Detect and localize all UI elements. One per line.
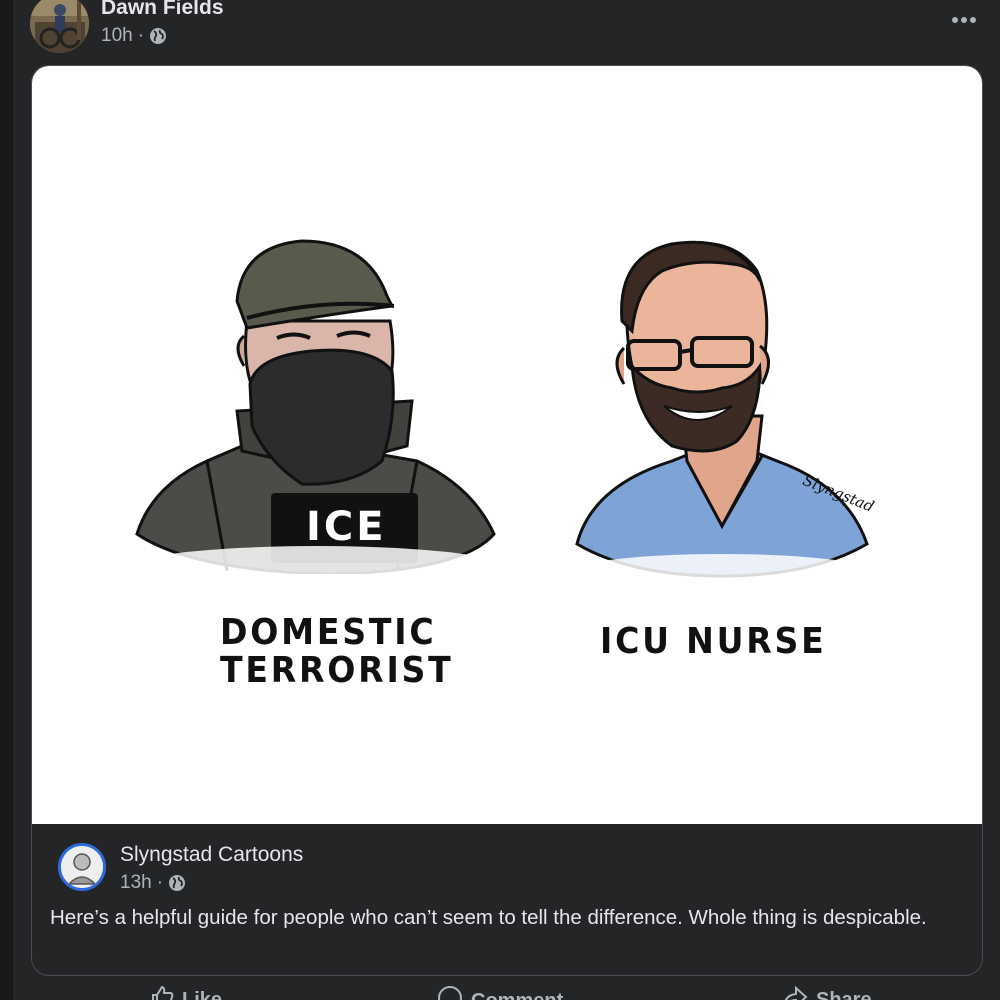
cartoon-drawing [117, 239, 892, 608]
shared-post-card[interactable]: ICE DOMESTIC TERRORIST ICU NURSE Slyngst… [31, 65, 983, 976]
left-edge [0, 0, 13, 1000]
thumbs-up-icon [150, 985, 174, 1000]
author-name[interactable]: Dawn Fields [101, 0, 224, 20]
shared-post-text: Here’s a helpful guide for people who ca… [50, 906, 927, 929]
caption-line-2: TERRORIST [220, 649, 454, 691]
nurse-illustration [575, 240, 869, 578]
more-options-button[interactable] [946, 8, 982, 32]
post-header: Dawn Fields 10h · [30, 0, 990, 60]
share-label: Share [816, 988, 872, 1000]
share-icon [782, 985, 808, 1000]
like-button[interactable]: Like [150, 985, 222, 1000]
meta-separator: · [156, 872, 164, 893]
globe-icon [168, 874, 186, 892]
post-meta: 10h · [101, 25, 167, 47]
post-time[interactable]: 10h [101, 25, 133, 47]
caption-icu-nurse: ICU NURSE [600, 621, 827, 662]
shared-post-time[interactable]: 13h [120, 872, 152, 894]
comment-label: Comment [471, 990, 563, 1000]
comment-icon [437, 985, 463, 1000]
page-avatar[interactable] [58, 843, 106, 891]
caption-domestic-terrorist: DOMESTIC TERRORIST [220, 614, 453, 690]
ice-patch-label: ICE [306, 504, 387, 550]
globe-icon [149, 27, 167, 45]
comment-button[interactable]: Comment [437, 985, 563, 1000]
caption-line-1: DOMESTIC [220, 612, 437, 653]
like-label: Like [182, 988, 223, 1000]
page-name[interactable]: Slyngstad Cartoons [120, 843, 303, 867]
more-options-icon [952, 17, 976, 23]
meta-separator: · [137, 25, 145, 46]
author-avatar[interactable] [30, 0, 89, 53]
cartoon-image[interactable]: ICE DOMESTIC TERRORIST ICU NURSE Slyngst… [32, 66, 982, 824]
post-action-bar: Like Comment Share [0, 985, 1000, 1000]
share-button[interactable]: Share [782, 985, 872, 1000]
shared-post-meta: 13h · [120, 872, 186, 894]
